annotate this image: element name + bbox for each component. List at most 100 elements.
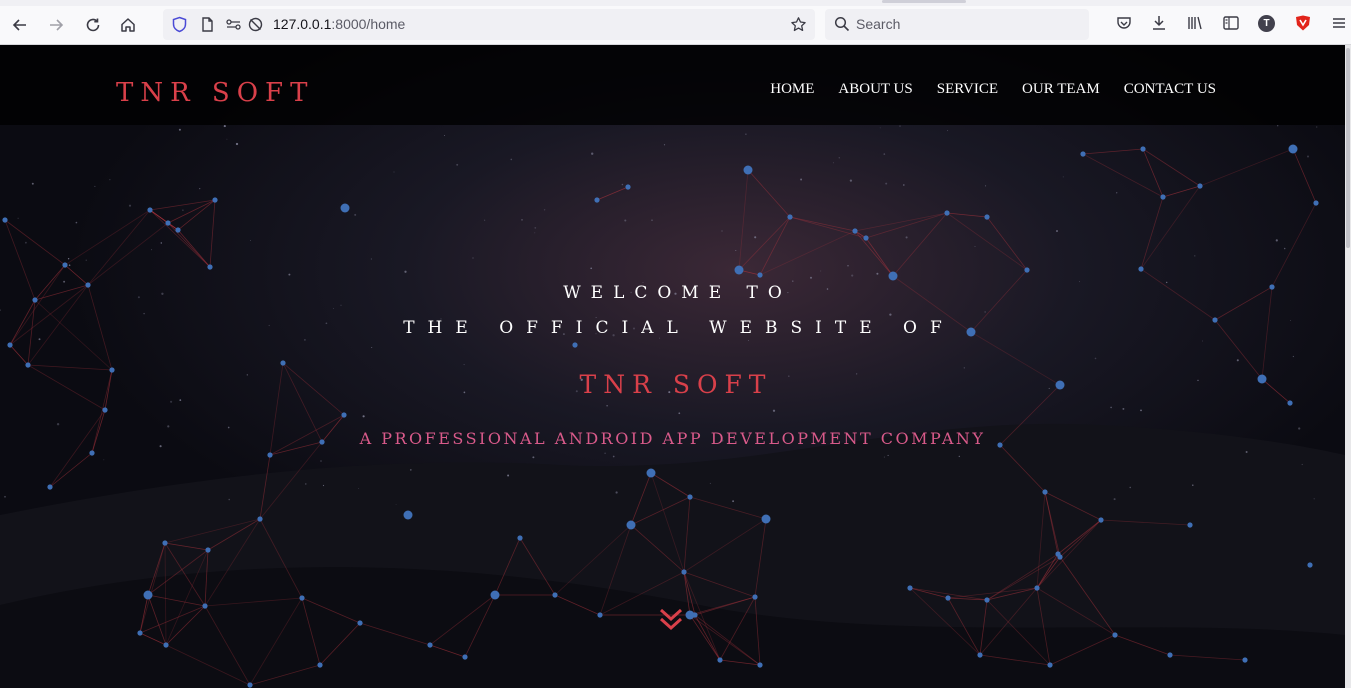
tab-indicator [882,0,966,3]
network-node [625,184,631,190]
star [143,312,145,315]
star [103,459,105,461]
network-node [247,682,253,688]
network-node [207,264,213,270]
hero-tagline: A PROFESSIONAL ANDROID APP DEVELOPMENT C… [359,429,986,448]
search-bar[interactable]: Search [825,9,1089,40]
star [902,184,905,186]
search-icon [834,16,850,32]
star [849,179,853,182]
network-node [1167,652,1173,658]
star [745,133,747,135]
star [228,498,230,501]
star [732,500,735,503]
star [170,400,173,403]
arrow-left-icon [12,19,26,31]
menu-item-about-us[interactable]: ABOUT US [838,81,912,98]
network-node [1042,489,1048,495]
network-node [1160,194,1166,200]
downloads-button[interactable] [1149,13,1169,33]
network-node [945,595,951,601]
network-node [299,595,305,601]
star [288,273,291,276]
star [370,258,373,260]
star [883,456,885,458]
network-node [147,207,153,213]
home-icon [121,18,135,32]
star [182,209,184,211]
star [543,209,546,211]
permissions-icon[interactable] [225,16,242,33]
network-node [517,535,523,541]
star [1306,155,1310,158]
site-navbar: TNR SOFT HOME ABOUT US SERVICE OUR TEAM … [0,45,1345,125]
star [340,304,342,306]
menu-item-service[interactable]: SERVICE [937,81,998,98]
url-path: :8000/home [331,16,406,32]
star [322,484,325,487]
star [151,249,153,251]
network-node [1307,562,1313,568]
star [235,142,239,146]
home-button[interactable] [114,11,142,39]
network-node [852,228,858,234]
pocket-button[interactable] [1114,13,1134,33]
network-node [984,597,990,603]
star [1277,125,1279,127]
hero-welcome-line: WELCOME TO [563,283,792,303]
browser-toolbar: 127.0.0.1:8000/home Search T [0,0,1351,45]
page-icon[interactable] [199,16,216,33]
menu-item-home[interactable]: HOME [770,81,814,98]
site-logo[interactable]: TNR SOFT [116,78,314,108]
menu-item-our-team[interactable]: OUR TEAM [1022,81,1100,98]
star [604,452,606,455]
double-chevron-down-icon[interactable] [657,607,685,633]
back-button[interactable] [6,11,34,39]
address-bar[interactable]: 127.0.0.1:8000/home [163,9,815,40]
sidebar-icon [1223,16,1239,30]
network-node [681,569,687,575]
page-scrollbar-thumb[interactable] [1346,48,1350,248]
network-node [687,494,693,500]
network-node [1187,522,1193,528]
network-node [757,662,763,668]
network-node [646,468,656,478]
star [472,257,474,259]
brave-extension-button[interactable] [1293,13,1313,33]
reload-button[interactable] [79,11,107,39]
star [393,171,395,173]
profile-avatar[interactable]: T [1258,15,1275,32]
star [534,232,536,234]
network-node [626,520,636,530]
network-node [977,652,983,658]
star [885,182,888,185]
network-node [1197,183,1203,189]
network-node [1242,657,1248,663]
shield-icon[interactable] [171,16,188,33]
star [463,364,465,366]
bookmark-star-icon[interactable] [790,16,807,33]
menu-item-contact-us[interactable]: CONTACT US [1124,81,1216,98]
star [226,138,228,140]
network-node [25,362,31,368]
star [199,187,201,190]
url-text[interactable]: 127.0.0.1:8000/home [273,16,405,32]
star [304,339,306,341]
library-button[interactable] [1185,13,1205,33]
star [754,236,757,239]
app-menu-button[interactable] [1329,13,1349,33]
network-node [572,342,578,348]
forward-button[interactable] [42,11,70,39]
star [223,125,226,128]
star [612,455,615,458]
network-node [1140,146,1146,152]
sidebar-button[interactable] [1221,13,1241,33]
star [85,259,87,261]
tracking-protection-off-icon[interactable] [247,16,264,33]
star [624,219,627,222]
download-icon [1153,16,1165,30]
star [109,179,111,181]
star [1316,126,1318,128]
star [820,270,822,272]
main-menu: HOME ABOUT US SERVICE OUR TEAM CONTACT U… [770,81,1216,98]
